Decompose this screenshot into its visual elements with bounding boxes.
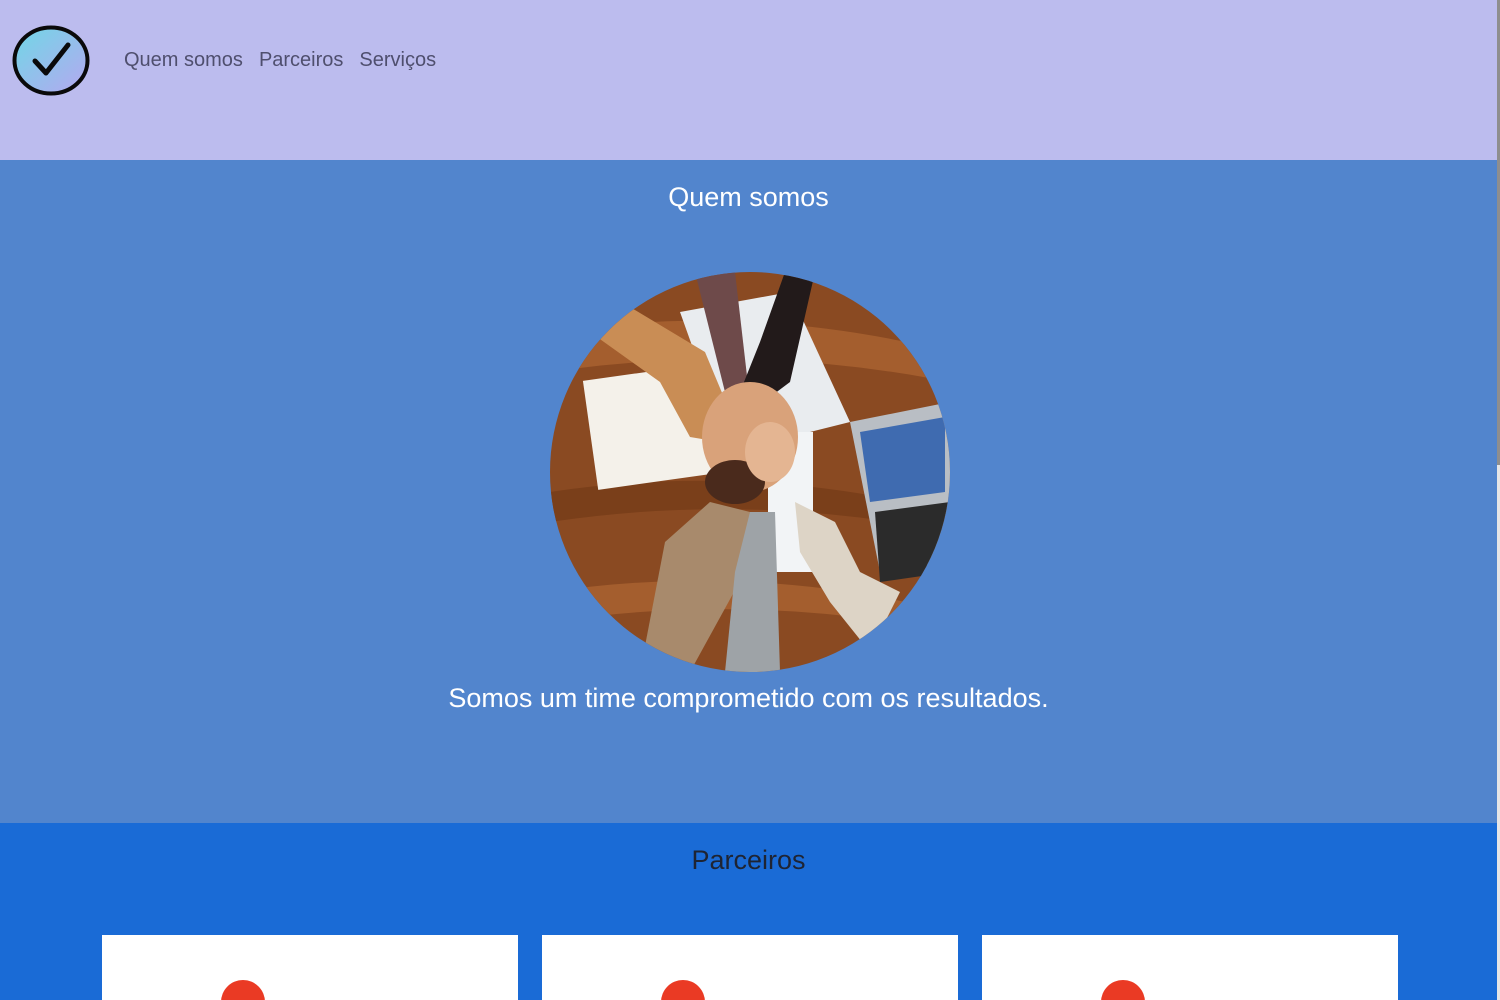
main-nav: Quem somos Parceiros Serviços xyxy=(124,47,436,73)
check-circle-icon[interactable] xyxy=(12,25,90,96)
about-section: Quem somos Somos um time comprometido co… xyxy=(0,160,1497,823)
partners-title: Parceiros xyxy=(691,845,806,875)
nav-link-parceiros[interactable]: Parceiros xyxy=(259,47,343,73)
nav-link-quem-somos[interactable]: Quem somos xyxy=(124,47,243,73)
partner-logo-icon xyxy=(221,980,265,1000)
partner-card[interactable] xyxy=(542,935,958,1000)
team-hands-together-photo xyxy=(550,272,950,672)
partner-logo-icon xyxy=(1101,980,1145,1000)
nav-link-servicos[interactable]: Serviços xyxy=(359,47,436,73)
about-text: Somos um time comprometido com os result… xyxy=(448,683,1049,713)
site-header: Quem somos Parceiros Serviços xyxy=(0,0,1497,160)
partner-logo-icon xyxy=(661,980,705,1000)
partner-card[interactable] xyxy=(102,935,518,1000)
about-title: Quem somos xyxy=(668,182,829,212)
partners-section: Parceiros xyxy=(0,823,1497,1000)
partner-card[interactable] xyxy=(982,935,1398,1000)
